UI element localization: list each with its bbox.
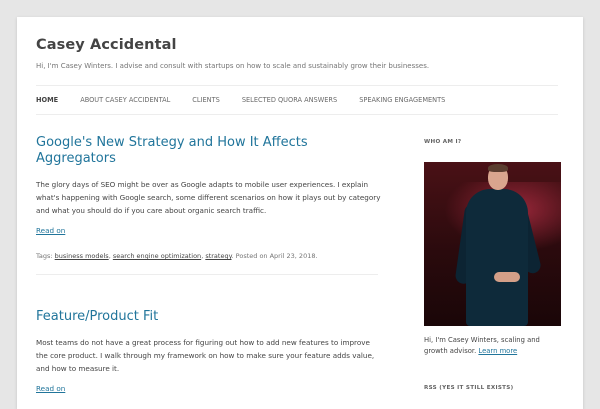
post-first: Google's New Strategy and How It Affects… — [36, 135, 381, 275]
nav-item-about[interactable]: ABOUT CASEY ACCIDENTAL — [80, 96, 170, 104]
nav-item-speaking[interactable]: SPEAKING ENGAGEMENTS — [359, 96, 445, 104]
read-on-link[interactable]: Read on — [36, 226, 65, 235]
post-title[interactable]: Google's New Strategy and How It Affects… — [36, 135, 381, 167]
tag-link[interactable]: strategy — [205, 252, 231, 260]
post-title[interactable]: Feature/Product Fit — [36, 309, 381, 325]
nav-item-quora[interactable]: SELECTED QUORA ANSWERS — [242, 96, 337, 104]
page: Casey Accidental Hi, I'm Casey Winters. … — [17, 17, 583, 409]
nav-item-clients[interactable]: CLIENTS — [192, 96, 220, 104]
who-text: Hi, I'm Casey Winters, scaling and growt… — [424, 335, 564, 357]
site-title[interactable]: Casey Accidental — [36, 37, 177, 53]
post-excerpt: The glory days of SEO might be over as G… — [36, 180, 381, 215]
figure-hands — [494, 272, 520, 282]
read-on-link[interactable]: Read on — [36, 384, 65, 393]
post-date: Posted on April 23, 2018. — [235, 252, 318, 260]
tag-link[interactable]: search engine optimization — [113, 252, 201, 260]
learn-more-link[interactable]: Learn more — [478, 347, 517, 355]
tags-label: Tags: — [36, 252, 53, 260]
figure-body — [466, 189, 528, 326]
speaker-photo — [424, 162, 561, 326]
post-divider — [36, 274, 378, 275]
post-second: Feature/Product Fit Most teams do not ha… — [36, 309, 381, 395]
figure-hair — [488, 164, 508, 172]
post-meta: Tags: business models, search engine opt… — [36, 252, 318, 260]
widget-title-rss: RSS (YES IT STILL EXISTS) — [424, 385, 514, 391]
sidebar: WHO AM I? Hi, I'm Casey Winters, scaling… — [424, 139, 564, 391]
site-description: Hi, I'm Casey Winters. I advise and cons… — [36, 62, 430, 70]
nav-item-home[interactable]: HOME — [36, 96, 58, 104]
post-excerpt: Most teams do not have a great process f… — [36, 338, 375, 373]
tag-link[interactable]: business models — [55, 252, 109, 260]
main-navigation: HOME ABOUT CASEY ACCIDENTAL CLIENTS SELE… — [36, 85, 558, 115]
widget-title-who: WHO AM I? — [424, 139, 462, 145]
